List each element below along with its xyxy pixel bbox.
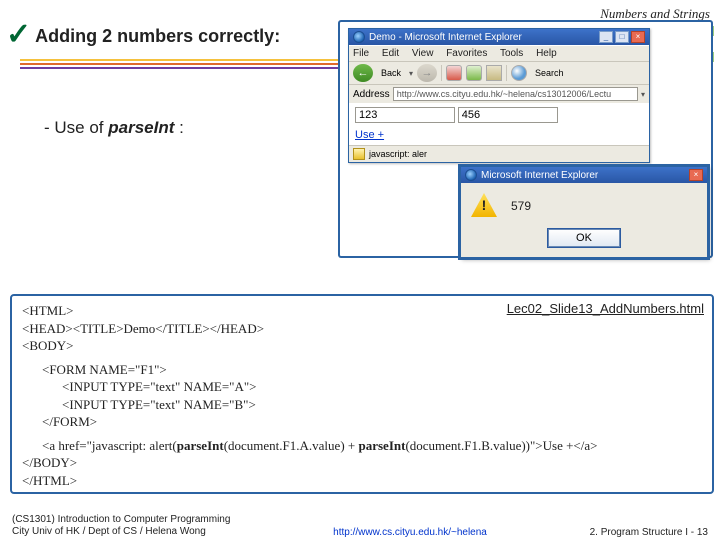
menu-help[interactable]: Help: [536, 48, 557, 59]
back-button[interactable]: ←: [353, 64, 373, 82]
dialog-value: 579: [511, 197, 531, 213]
page-body: 123 456 Use +: [349, 103, 649, 145]
stop-icon[interactable]: [446, 65, 462, 81]
heading-text: Adding 2 numbers correctly:: [35, 26, 280, 47]
browser-window: Demo - Microsoft Internet Explorer _ □ ×…: [348, 28, 650, 163]
code-line: <a href="javascript: alert(parseInt(docu…: [22, 437, 702, 455]
use-plus-link[interactable]: Use +: [355, 129, 384, 141]
subpoint-text: - Use of parseInt :: [44, 118, 184, 138]
footer-url[interactable]: http://www.cs.cityu.edu.hk/~helena: [333, 527, 487, 538]
dialog-titlebar: Microsoft Internet Explorer ×: [461, 167, 707, 183]
check-icon: ✓: [6, 26, 31, 44]
code-seg: <a href="javascript: alert(: [42, 438, 177, 453]
menubar: File Edit View Favorites Tools Help: [349, 45, 649, 61]
status-text: javascript: aler: [369, 149, 427, 159]
slide-footer: (CS1301) Introduction to Computer Progra…: [0, 514, 720, 538]
code-seg: (document.F1.A.value) +: [224, 438, 359, 453]
course-title: (CS1301) Introduction to Computer Progra…: [12, 514, 230, 526]
address-dropdown-icon[interactable]: ▾: [641, 90, 645, 99]
search-icon[interactable]: [511, 65, 527, 81]
maximize-button[interactable]: □: [615, 31, 629, 43]
back-dropdown-icon[interactable]: ▾: [409, 69, 413, 78]
minimize-button[interactable]: _: [599, 31, 613, 43]
home-icon[interactable]: [486, 65, 502, 81]
code-line: <INPUT TYPE="text" NAME="A">: [22, 378, 702, 396]
toolbar-separator: [441, 65, 442, 81]
menu-edit[interactable]: Edit: [382, 48, 399, 59]
close-button[interactable]: ×: [631, 31, 645, 43]
warning-icon: [471, 193, 497, 217]
statusbar: javascript: aler: [349, 145, 649, 162]
address-label: Address: [353, 89, 390, 100]
input-a[interactable]: 123: [355, 107, 455, 123]
input-b[interactable]: 456: [458, 107, 558, 123]
forward-button[interactable]: →: [417, 64, 437, 82]
footer-center: http://www.cs.cityu.edu.hk/~helena: [230, 527, 589, 538]
code-line: <FORM NAME="F1">: [22, 361, 702, 379]
search-label[interactable]: Search: [531, 66, 568, 80]
windows-flag-icon: [623, 60, 648, 78]
alert-dialog: Microsoft Internet Explorer × 579 OK: [460, 166, 708, 258]
menu-favorites[interactable]: Favorites: [446, 48, 487, 59]
toolbar: ← Back ▾ → Search: [349, 61, 649, 84]
subpoint-fn: parseInt: [108, 118, 174, 137]
back-label[interactable]: Back: [377, 66, 405, 80]
dialog-close-button[interactable]: ×: [689, 169, 703, 181]
ok-button[interactable]: OK: [548, 229, 620, 247]
subpoint-prefix: - Use of: [44, 118, 108, 137]
menu-view[interactable]: View: [412, 48, 434, 59]
parseint-keyword: parseInt: [358, 438, 405, 453]
code-line: </HTML>: [22, 472, 702, 490]
code-line: <HEAD><TITLE>Demo</TITLE></HEAD>: [22, 320, 702, 338]
window-title: Demo - Microsoft Internet Explorer: [369, 32, 522, 43]
toolbar-separator: [506, 65, 507, 81]
address-input[interactable]: http://www.cs.cityu.edu.hk/~helena/cs130…: [393, 87, 638, 101]
source-filename: Lec02_Slide13_AddNumbers.html: [507, 300, 704, 318]
dialog-title: Microsoft Internet Explorer: [481, 170, 598, 181]
addressbar: Address http://www.cs.cityu.edu.hk/~hele…: [349, 84, 649, 103]
code-line: </FORM>: [22, 413, 702, 431]
ie-icon: [465, 169, 477, 181]
decorative-divider: [20, 59, 390, 69]
footer-left: (CS1301) Introduction to Computer Progra…: [12, 514, 230, 538]
code-listing: Lec02_Slide13_AddNumbers.html <HTML> <HE…: [10, 294, 714, 494]
code-seg: (document.F1.B.value))">Use +</a>: [405, 438, 597, 453]
titlebar: Demo - Microsoft Internet Explorer _ □ ×: [349, 29, 649, 45]
code-line: <BODY>: [22, 337, 702, 355]
ie-icon: [353, 31, 365, 43]
script-icon: [353, 148, 365, 160]
code-line: <INPUT TYPE="text" NAME="B">: [22, 396, 702, 414]
dialog-window-buttons: ×: [689, 169, 703, 181]
refresh-icon[interactable]: [466, 65, 482, 81]
subpoint-suffix: :: [174, 118, 183, 137]
parseint-keyword: parseInt: [177, 438, 224, 453]
affiliation: City Univ of HK / Dept of CS / Helena Wo…: [12, 526, 230, 538]
footer-right: 2. Program Structure I - 13: [590, 527, 708, 538]
window-buttons: _ □ ×: [599, 31, 645, 43]
menu-file[interactable]: File: [353, 48, 369, 59]
code-line: </BODY>: [22, 454, 702, 472]
menu-tools[interactable]: Tools: [500, 48, 523, 59]
